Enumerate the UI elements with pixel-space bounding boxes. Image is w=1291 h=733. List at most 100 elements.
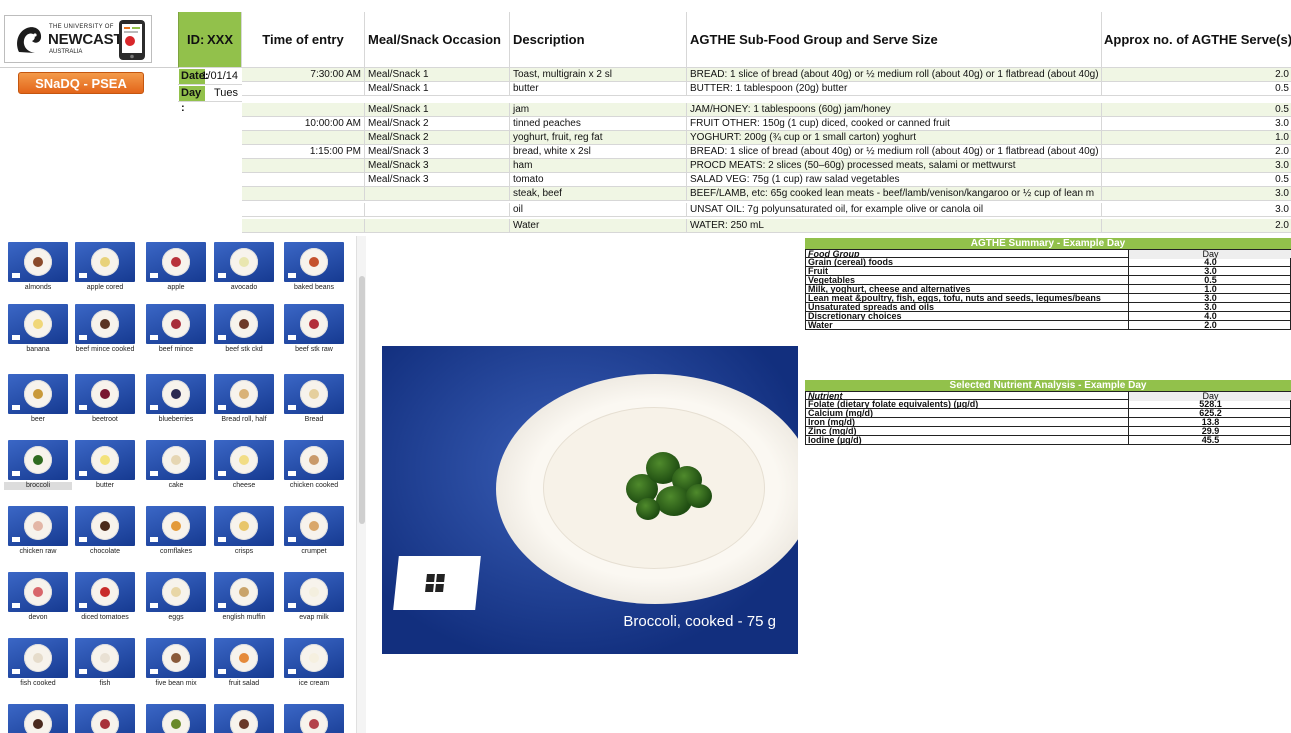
food-thumbnail-image[interactable] <box>75 440 135 480</box>
time-cell[interactable]: 7:30:00 AM <box>242 68 365 82</box>
food-thumbnail-image[interactable] <box>75 506 135 546</box>
table-row[interactable]: 7:30:00 AM Meal/Snack 1 Toast, multigrain … <box>242 68 1291 82</box>
food-thumbnail-label[interactable]: english muffin <box>210 614 278 622</box>
food-thumbnail[interactable]: cake <box>142 440 210 490</box>
food-thumbnail-label[interactable]: apple <box>142 284 210 292</box>
food-thumbnail[interactable]: beer <box>4 374 72 424</box>
food-thumbnail[interactable]: almonds <box>4 242 72 292</box>
food-thumbnail[interactable]: crumpet <box>280 506 348 556</box>
food-thumbnail-image[interactable] <box>8 572 68 612</box>
food-thumbnail[interactable]: beef mince cooked <box>71 304 139 354</box>
food-thumbnail[interactable]: crisps <box>210 506 278 556</box>
food-group-cell[interactable]: BEEF/LAMB, etc: 65g cooked lean meats - … <box>687 187 1102 201</box>
food-thumbnail[interactable]: lamb <box>280 704 348 733</box>
serve-cell[interactable]: 2.0 <box>1102 219 1291 233</box>
food-thumbnail-image[interactable] <box>8 242 68 282</box>
meal-cell[interactable]: Meal/Snack 1 <box>365 68 510 82</box>
time-cell[interactable] <box>242 103 365 117</box>
time-cell[interactable] <box>242 173 365 187</box>
serve-cell[interactable]: 0.5 <box>1102 82 1291 96</box>
food-thumbnail-label[interactable]: Bread roll, half <box>210 416 278 424</box>
food-thumbnail-image[interactable] <box>75 704 135 733</box>
food-thumbnail[interactable]: fish <box>71 638 139 688</box>
gallery-scrollbar[interactable] <box>356 236 366 733</box>
food-thumbnail-label[interactable]: beef mince cooked <box>71 346 139 354</box>
food-thumbnail-label[interactable]: beef stk raw <box>280 346 348 354</box>
food-thumbnail[interactable]: beef stk raw <box>280 304 348 354</box>
food-thumbnail[interactable]: five bean mix <box>142 638 210 688</box>
serve-cell[interactable]: 0.5 <box>1102 103 1291 117</box>
time-cell[interactable] <box>242 82 365 96</box>
food-group-cell[interactable]: BREAD: 1 slice of bread (about 40g) or ½… <box>687 68 1102 82</box>
food-thumbnail-image[interactable] <box>146 638 206 678</box>
food-thumbnail-image[interactable] <box>214 572 274 612</box>
food-thumbnail[interactable]: devon <box>4 572 72 622</box>
description-cell[interactable]: Toast, multigrain x 2 sl <box>510 68 687 82</box>
food-thumbnail-image[interactable] <box>8 374 68 414</box>
food-thumbnail[interactable]: evap milk <box>280 572 348 622</box>
food-group-cell[interactable]: WATER: 250 mL <box>687 219 1102 233</box>
food-thumbnail-image[interactable] <box>214 506 274 546</box>
food-thumbnail-label[interactable]: banana <box>4 346 72 354</box>
food-thumbnail-label[interactable]: chicken cooked <box>280 482 348 490</box>
food-thumbnail-label[interactable]: chicken raw <box>4 548 72 556</box>
food-group-cell[interactable]: UNSAT OIL: 7g polyunsaturated oil, for e… <box>687 203 1102 217</box>
time-cell[interactable] <box>242 131 365 145</box>
table-row[interactable]: Water WATER: 250 mL 2.0 <box>242 219 1291 233</box>
food-thumbnail-label[interactable]: broccoli <box>4 482 72 490</box>
meal-cell[interactable]: Meal/Snack 3 <box>365 173 510 187</box>
food-thumbnail-image[interactable] <box>75 638 135 678</box>
food-thumbnail-image[interactable] <box>146 704 206 733</box>
food-thumbnail[interactable]: cheese <box>210 440 278 490</box>
snadq-psea-button[interactable]: SNaDQ - PSEA <box>18 72 144 94</box>
food-thumbnail-label[interactable]: crumpet <box>280 548 348 556</box>
food-thumbnail-image[interactable] <box>146 304 206 344</box>
food-thumbnail[interactable]: chicken raw <box>4 506 72 556</box>
description-cell[interactable]: oil <box>510 203 687 217</box>
food-thumbnail[interactable]: Bread roll, half <box>210 374 278 424</box>
time-cell[interactable] <box>242 219 365 233</box>
serve-cell[interactable]: 2.0 <box>1102 145 1291 159</box>
food-thumbnail[interactable]: cornflakes <box>142 506 210 556</box>
food-thumbnail-label[interactable]: devon <box>4 614 72 622</box>
table-row[interactable]: steak, beef BEEF/LAMB, etc: 65g cooked le… <box>242 187 1291 201</box>
food-thumbnail-image[interactable] <box>8 440 68 480</box>
food-thumbnail[interactable]: eggs <box>142 572 210 622</box>
food-thumbnail-image[interactable] <box>214 304 274 344</box>
date-value[interactable]: 1/01/14 <box>201 69 238 84</box>
food-thumbnail[interactable]: apple <box>142 242 210 292</box>
food-thumbnail[interactable]: english muffin <box>210 572 278 622</box>
food-thumbnail-label[interactable]: almonds <box>4 284 72 292</box>
food-thumbnail[interactable]: Bread <box>280 374 348 424</box>
serve-cell[interactable]: 3.0 <box>1102 159 1291 173</box>
food-thumbnail-label[interactable]: crisps <box>210 548 278 556</box>
food-thumbnail[interactable]: avocado <box>210 242 278 292</box>
food-thumbnail-image[interactable] <box>75 572 135 612</box>
food-thumbnail-label[interactable]: beef mince <box>142 346 210 354</box>
food-group-cell[interactable]: FRUIT OTHER: 150g (1 cup) diced, cooked … <box>687 117 1102 131</box>
food-thumbnail-image[interactable] <box>284 304 344 344</box>
description-cell[interactable]: tomato <box>510 173 687 187</box>
table-row[interactable]: Meal/Snack 2 yoghurt, fruit, reg fat YOGHU… <box>242 131 1291 145</box>
food-thumbnail-label[interactable]: apple cored <box>71 284 139 292</box>
food-thumbnail[interactable]: diced tomatoes <box>71 572 139 622</box>
day-value[interactable]: Tues <box>214 86 238 101</box>
meal-cell[interactable]: Meal/Snack 1 <box>365 103 510 117</box>
serve-cell[interactable]: 3.0 <box>1102 187 1291 201</box>
food-thumbnail-label[interactable]: avocado <box>210 284 278 292</box>
food-thumbnail-image[interactable] <box>284 572 344 612</box>
food-group-cell[interactable]: PROCD MEATS: 2 slices (50–60g) processed… <box>687 159 1102 173</box>
meal-cell[interactable]: Meal/Snack 2 <box>365 117 510 131</box>
food-thumbnail-image[interactable] <box>146 572 206 612</box>
food-thumbnail[interactable]: beef stk ckd <box>210 304 278 354</box>
food-thumbnail-label[interactable]: chocolate <box>71 548 139 556</box>
meal-cell[interactable] <box>365 203 510 217</box>
food-thumbnail-label[interactable]: ice cream <box>280 680 348 688</box>
food-thumbnail-label[interactable]: beetroot <box>71 416 139 424</box>
food-thumbnail-image[interactable] <box>75 374 135 414</box>
food-thumbnail-label[interactable]: baked beans <box>280 284 348 292</box>
food-thumbnail-label[interactable]: beef stk ckd <box>210 346 278 354</box>
food-thumbnail-label[interactable]: diced tomatoes <box>71 614 139 622</box>
food-thumbnail[interactable]: kangaroo pattie cooked <box>4 704 72 733</box>
description-cell[interactable]: Water <box>510 219 687 233</box>
